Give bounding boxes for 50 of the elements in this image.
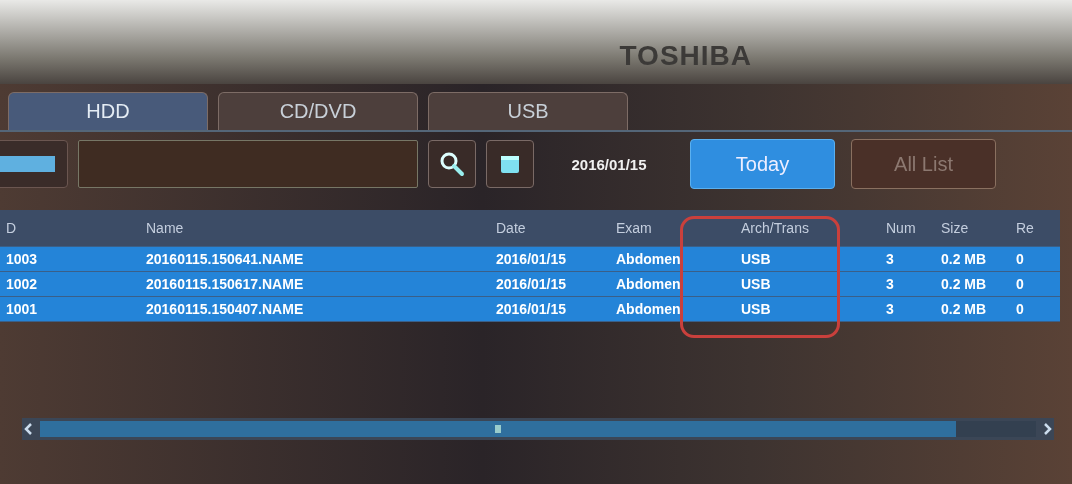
table-cell-text: 3 [885, 301, 895, 317]
column-header[interactable]: Name [140, 220, 490, 236]
column-header[interactable]: Arch/Trans [735, 220, 880, 236]
table-cell-text: 1003 [5, 251, 39, 267]
column-header[interactable]: Size [935, 220, 1010, 236]
horizontal-scrollbar[interactable] [22, 418, 1054, 440]
search-button[interactable] [428, 140, 476, 188]
table-cell-text: 20160115.150641.NAME [145, 251, 305, 267]
table-cell-text: 1001 [5, 301, 39, 317]
filter-button[interactable] [0, 140, 68, 188]
column-header[interactable]: D [0, 220, 140, 236]
column-header[interactable]: Num [880, 220, 935, 236]
tab[interactable]: HDD [8, 92, 208, 130]
table-cell-text: 3 [885, 251, 895, 267]
table-cell-text: 3 [885, 276, 895, 292]
scroll-thumb[interactable] [40, 421, 957, 437]
table-cell-text: 20160115.150407.NAME [145, 301, 305, 317]
table-cell-text: 20160115.150617.NAME [145, 276, 305, 292]
column-header[interactable]: Re [1010, 220, 1060, 236]
calendar-icon [499, 153, 521, 175]
date-label: 2016/01/15 [570, 155, 648, 173]
table-cell-text: USB [740, 251, 772, 267]
table-row[interactable]: 1001 20160115.150407.NAME 2016/01/15 Abdomen USB 3 0.2 MB 0 [0, 297, 1060, 322]
table-cell-text: 0.2 MB [940, 251, 988, 267]
table-row[interactable]: 1002 20160115.150617.NAME 2016/01/15 Abdomen USB 3 0.2 MB 0 [0, 272, 1060, 297]
brand-logo: TOSHIBA [619, 40, 752, 72]
all-list-button[interactable]: All List [851, 139, 996, 189]
table-cell-text: 1002 [5, 276, 39, 292]
table-cell-text: 0 [1015, 251, 1025, 267]
column-header[interactable]: Date [490, 220, 610, 236]
table-cell-text: 0 [1015, 276, 1025, 292]
table-cell-text: USB [740, 301, 772, 317]
table-cell-text: 0 [1015, 301, 1025, 317]
table-cell-text: 0.2 MB [940, 301, 988, 317]
table-cell-text: 2016/01/15 [495, 276, 568, 292]
search-icon [439, 151, 465, 177]
search-field[interactable] [78, 140, 418, 188]
calendar-button[interactable] [486, 140, 534, 188]
tab[interactable]: USB [428, 92, 628, 130]
column-header[interactable]: Exam [610, 220, 735, 236]
table-cell-text: 0.2 MB [940, 276, 988, 292]
tab[interactable]: CD/DVD [218, 92, 418, 130]
table-cell-text: USB [740, 276, 772, 292]
table-cell-text: Abdomen [615, 301, 682, 317]
table-row[interactable]: 1003 20160115.150641.NAME 2016/01/15 Abdomen USB 3 0.2 MB 0 [0, 247, 1060, 272]
table-cell-text: 2016/01/15 [495, 251, 568, 267]
table-cell-text: 2016/01/15 [495, 301, 568, 317]
today-button[interactable]: Today [690, 139, 835, 189]
table-cell-text: Abdomen [615, 276, 682, 292]
table-cell-text: Abdomen [615, 251, 682, 267]
